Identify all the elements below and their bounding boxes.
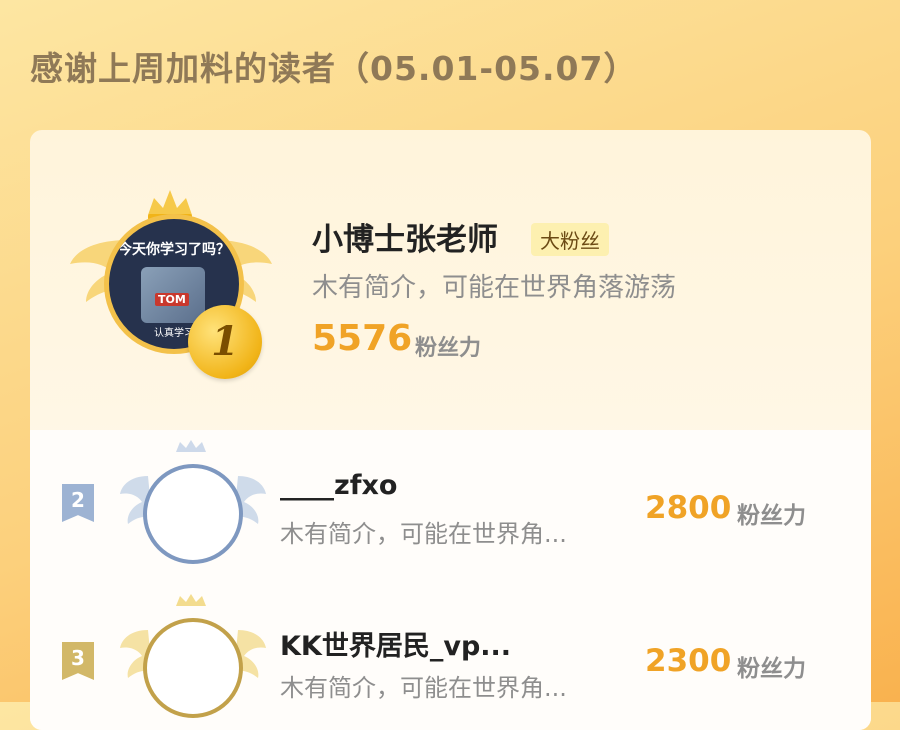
crown-wings-silver-icon: [120, 440, 266, 564]
row-2-user-intro: 木有简介，可能在世界角...: [280, 520, 567, 548]
row-3-score-unit: 粉丝力: [737, 656, 806, 682]
first-user-intro: 木有简介，可能在世界角落游荡: [312, 273, 677, 303]
row-3-user-intro: 木有简介，可能在世界角...: [280, 674, 567, 702]
row-2-user-name[interactable]: ____zfxo: [280, 470, 397, 501]
row-2-score-unit: 粉丝力: [737, 503, 806, 529]
page-title: 感谢上周加料的读者（05.01-05.07）: [30, 49, 638, 88]
row-3-user-name[interactable]: KK世界居民_vp...: [280, 624, 511, 663]
first-user-name[interactable]: 小博士张老师: [312, 214, 498, 259]
fan-level-badge: 大粉丝: [531, 223, 609, 256]
avatar-brand: TOM: [155, 293, 189, 306]
rank-1-medal-icon: 1: [188, 305, 262, 379]
cat-cartoon-image: TOM: [141, 267, 205, 323]
first-user-score: 5576: [312, 318, 413, 359]
row-2-score: 2800: [645, 490, 732, 526]
first-user-score-unit: 粉丝力: [415, 336, 482, 361]
avatar-caption: 今天你学习了吗？: [118, 242, 230, 258]
row-3-score: 2300: [645, 643, 732, 679]
crown-wings-bronze-icon: [120, 594, 266, 718]
